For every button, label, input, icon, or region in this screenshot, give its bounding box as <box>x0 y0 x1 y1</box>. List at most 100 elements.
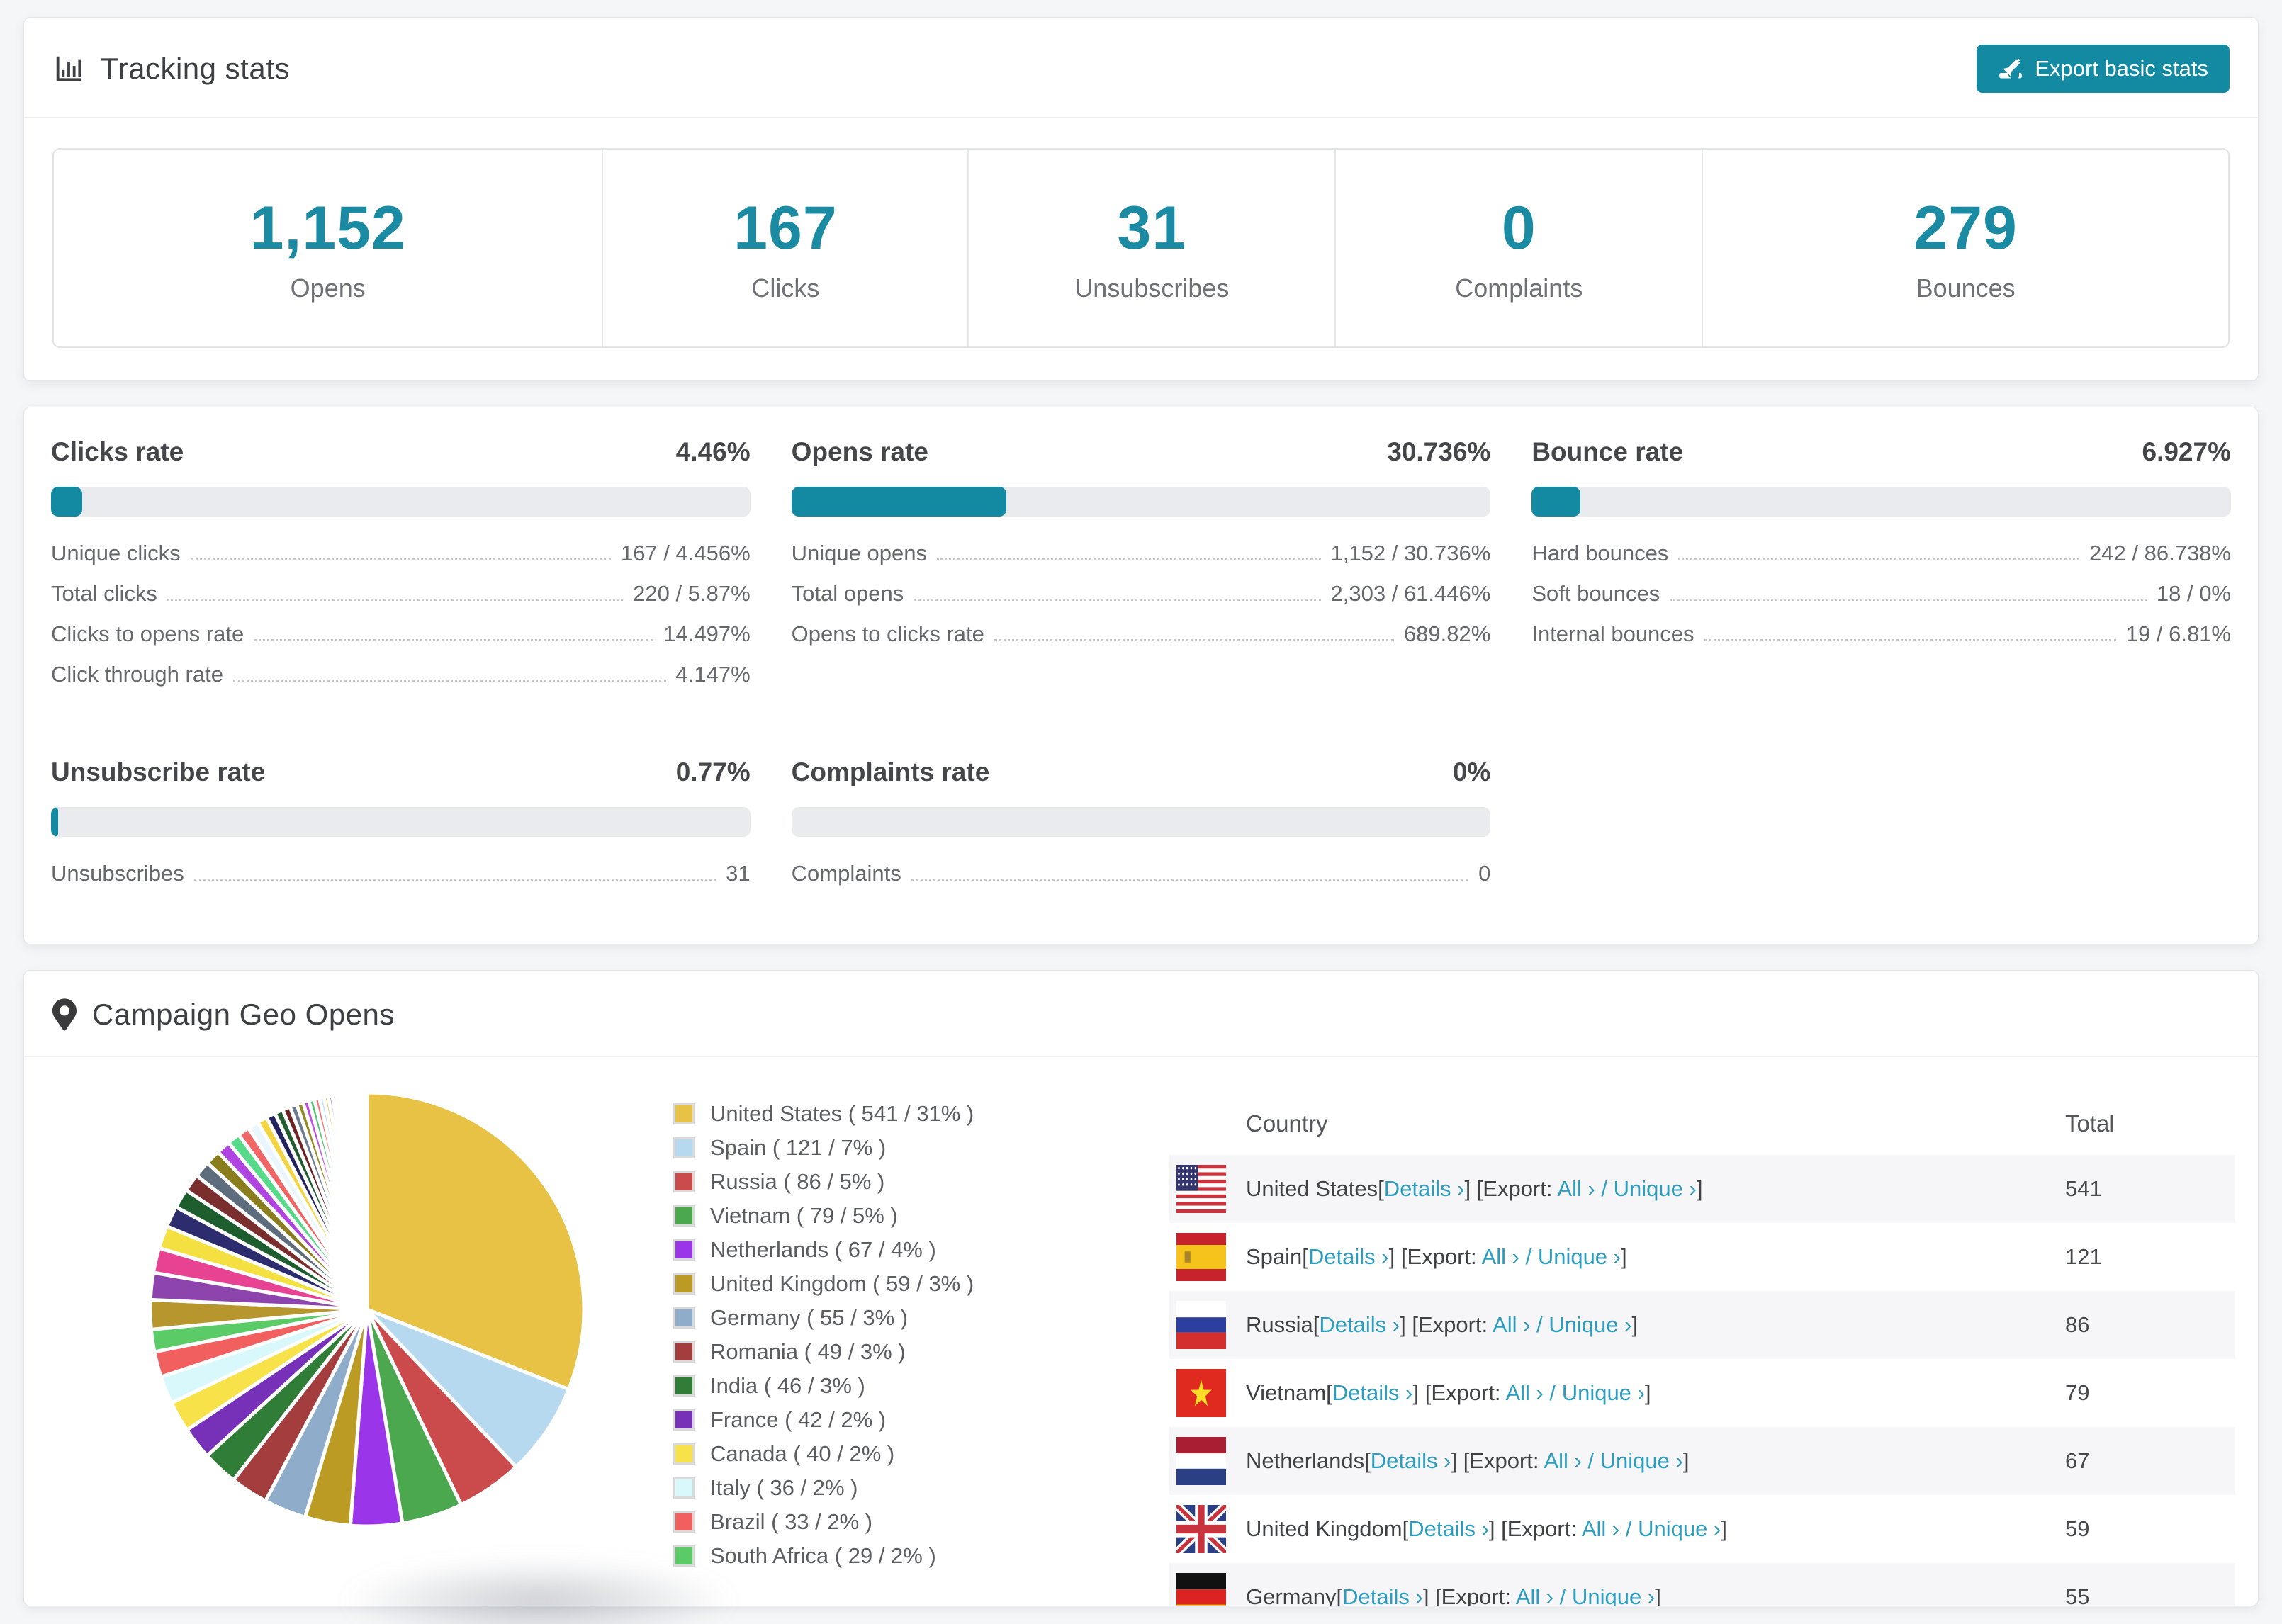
country-name: United Kingdom <box>1246 1516 1403 1541</box>
link-separator: / <box>1519 1244 1538 1269</box>
legend-item: South Africa ( 29 / 2% ) <box>673 1543 1070 1569</box>
opens-rate-panel: Opens rate 30.736% Unique opens 1,152 / 3… <box>791 437 1491 702</box>
rate-detail-value: 14.497% <box>663 621 751 646</box>
stat-complaints: 0 Complaints <box>1336 150 1704 346</box>
export-unique-link[interactable]: Unique › <box>1600 1448 1683 1473</box>
legend-label: Canada ( 40 / 2% ) <box>710 1441 895 1466</box>
legend-swatch <box>673 1307 695 1329</box>
table-row: Netherlands [Details ›] [Export: All › /… <box>1169 1427 2235 1495</box>
clicks-rate-value: 4.46% <box>675 437 751 466</box>
geo-opens-card: Campaign Geo Opens United States ( 541 /… <box>23 970 2259 1606</box>
stat-complaints-label: Complaints <box>1455 273 1583 303</box>
clicks-rate-title: Clicks rate <box>51 437 184 466</box>
rate-detail-row: Clicks to opens rate 14.497% <box>51 621 751 662</box>
legend-swatch <box>673 1443 695 1465</box>
legend-item: Vietnam ( 79 / 5% ) <box>673 1203 1070 1229</box>
tracking-stats-title: Tracking stats <box>52 52 290 86</box>
geo-table-header: Country Total <box>1169 1093 2235 1155</box>
legend-item: United States ( 541 / 31% ) <box>673 1101 1070 1127</box>
rate-detail-value: 1,152 / 30.736% <box>1330 541 1491 565</box>
country-links: [Details ›] [Export: All › / Unique ›] <box>1326 1380 1651 1405</box>
details-link[interactable]: Details › <box>1332 1380 1413 1405</box>
country-links: [Details ›] [Export: All › / Unique ›] <box>1336 1584 1660 1606</box>
export-all-link[interactable]: All › <box>1582 1516 1619 1541</box>
legend-swatch <box>673 1239 695 1261</box>
country-name: Spain <box>1246 1244 1303 1269</box>
legend-swatch <box>673 1545 695 1567</box>
country-links: [Details ›] [Export: All › / Unique ›] <box>1378 1176 1703 1201</box>
export-all-link[interactable]: All › <box>1493 1312 1530 1337</box>
export-all-link[interactable]: All › <box>1505 1380 1543 1405</box>
legend-label: India ( 46 / 3% ) <box>710 1373 865 1398</box>
bar-chart-icon <box>52 52 85 85</box>
rate-detail-label: Clicks to opens rate <box>51 621 244 646</box>
total-cell: 86 <box>2065 1312 2090 1337</box>
unsubscribe-rate-bar <box>51 807 751 837</box>
stat-unsubscribes-value: 31 <box>1117 193 1187 262</box>
opens-rate-bar <box>791 487 1491 517</box>
link-separator: / <box>1553 1584 1572 1606</box>
details-link[interactable]: Details › <box>1342 1584 1423 1606</box>
pie-slice <box>364 1090 369 1310</box>
rate-detail-row: Hard bounces 242 / 86.738% <box>1531 541 2231 581</box>
details-link[interactable]: Details › <box>1408 1516 1489 1541</box>
legend-item: Romania ( 49 / 3% ) <box>673 1339 1070 1365</box>
stats-strip: 1,152 Opens 167 Clicks 31 Unsubscribes 0… <box>52 148 2230 348</box>
legend-swatch <box>673 1375 695 1397</box>
details-link[interactable]: Details › <box>1308 1244 1389 1269</box>
legend-swatch <box>673 1171 695 1192</box>
export-all-link[interactable]: All › <box>1557 1176 1595 1201</box>
details-link[interactable]: Details › <box>1371 1448 1451 1473</box>
rate-detail-label: Internal bounces <box>1531 621 1694 646</box>
details-link[interactable]: Details › <box>1384 1176 1465 1201</box>
progress-bar-fill <box>51 487 82 517</box>
bounce-rate-bar <box>1531 487 2231 517</box>
country-name: United States <box>1246 1176 1378 1201</box>
export-unique-link[interactable]: Unique › <box>1572 1584 1655 1606</box>
country-links: [Details ›] [Export: All › / Unique ›] <box>1313 1312 1639 1337</box>
link-separator: / <box>1581 1448 1600 1473</box>
country-cell: Russia [Details ›] [Export: All › / Uniq… <box>1176 1301 2065 1349</box>
export-unique-link[interactable]: Unique › <box>1548 1312 1631 1337</box>
opens-rate-title: Opens rate <box>791 437 928 466</box>
legend-swatch <box>673 1273 695 1295</box>
total-cell: 67 <box>2065 1448 2090 1473</box>
export-all-link[interactable]: All › <box>1482 1244 1519 1269</box>
legend-label: United States ( 541 / 31% ) <box>710 1101 974 1126</box>
country-cell: Vietnam [Details ›] [Export: All › / Uni… <box>1176 1369 2065 1417</box>
legend-item: India ( 46 / 3% ) <box>673 1373 1070 1399</box>
rates-grid: Clicks rate 4.46% Unique clicks 167 / 4.4… <box>51 437 2231 901</box>
export-unique-link[interactable]: Unique › <box>1562 1380 1645 1405</box>
unsubscribe-rate-rows: Unsubscribes 31 <box>51 861 751 901</box>
export-unique-link[interactable]: Unique › <box>1614 1176 1697 1201</box>
dotted-leader <box>254 639 654 641</box>
details-link[interactable]: Details › <box>1319 1312 1400 1337</box>
country-name: Germany <box>1246 1584 1337 1606</box>
table-row: Germany [Details ›] [Export: All › / Uni… <box>1169 1563 2235 1606</box>
rate-detail-value: 4.147% <box>675 662 751 687</box>
dotted-leader <box>190 558 611 560</box>
legend-item: United Kingdom ( 59 / 3% ) <box>673 1271 1070 1297</box>
progress-bar-fill <box>1531 487 1580 517</box>
unsubscribe-rate-value: 0.77% <box>675 757 751 786</box>
legend-swatch <box>673 1511 695 1533</box>
rate-detail-label: Unique opens <box>791 541 927 565</box>
export-all-link[interactable]: All › <box>1516 1584 1553 1606</box>
opens-rate-value: 30.736% <box>1387 437 1491 466</box>
export-basic-stats-button[interactable]: Export basic stats <box>1977 45 2230 93</box>
rate-detail-label: Complaints <box>791 861 901 886</box>
legend-label: South Africa ( 29 / 2% ) <box>710 1543 936 1568</box>
stat-clicks-value: 167 <box>734 193 838 262</box>
stat-unsubscribes-label: Unsubscribes <box>1074 273 1230 303</box>
tracking-stats-title-text: Tracking stats <box>101 52 290 85</box>
complaints-rate-rows: Complaints 0 <box>792 861 1491 901</box>
stat-opens-label: Opens <box>290 273 366 303</box>
dotted-leader <box>193 879 716 881</box>
export-all-link[interactable]: All › <box>1544 1448 1581 1473</box>
legend-item: Russia ( 86 / 5% ) <box>673 1169 1070 1195</box>
legend-label: United Kingdom ( 59 / 3% ) <box>710 1271 974 1296</box>
progress-bar-fill <box>791 487 1006 517</box>
export-unique-link[interactable]: Unique › <box>1538 1244 1621 1269</box>
export-unique-link[interactable]: Unique › <box>1638 1516 1721 1541</box>
link-separator: / <box>1619 1516 1639 1541</box>
